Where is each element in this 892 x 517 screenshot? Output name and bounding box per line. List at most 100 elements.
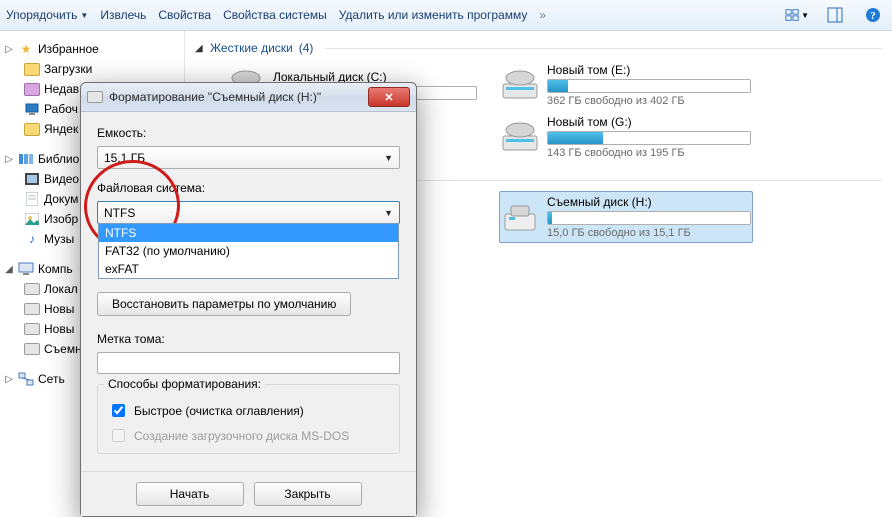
- filesystem-value: NTFS: [104, 206, 384, 220]
- usage-bar: [547, 79, 751, 93]
- drive-icon: [87, 89, 103, 105]
- usage-bar: [547, 131, 751, 145]
- label: Яндек: [44, 122, 78, 136]
- network-icon: [18, 371, 34, 387]
- usage-bar: [547, 211, 751, 225]
- fs-option-exfat[interactable]: exFAT: [99, 260, 398, 278]
- capacity-value: 15,1 ГБ: [104, 151, 384, 165]
- close-dialog-button[interactable]: Закрыть: [254, 482, 362, 506]
- chevron-down-icon: ▼: [384, 208, 393, 218]
- label: Загрузки: [44, 62, 92, 76]
- format-methods-group: Способы форматирования: Быстрое (очистка…: [97, 384, 400, 454]
- label: Избранное: [38, 42, 99, 56]
- pictures-icon: [24, 211, 40, 227]
- group-title: Способы форматирования:: [104, 377, 265, 391]
- fs-option-ntfs[interactable]: NTFS: [99, 224, 398, 242]
- toolbar: Упорядочить▼ Извлечь Свойства Свойства с…: [0, 0, 892, 31]
- drive-free: 143 ГБ свободно из 195 ГБ: [547, 147, 751, 159]
- uninstall-button[interactable]: Удалить или изменить программу: [339, 8, 528, 22]
- drive-name: Съемный диск (H:): [547, 195, 751, 209]
- hard-drive-icon: [501, 120, 539, 154]
- quick-format-checkbox[interactable]: Быстрое (очистка оглавления): [108, 401, 389, 420]
- drive-tile-e[interactable]: Новый том (E:) 362 ГБ свободно из 402 ГБ: [499, 59, 753, 111]
- filesystem-label: Файловая система:: [97, 181, 400, 195]
- collapse-icon: ▷: [4, 374, 14, 385]
- organize-menu[interactable]: Упорядочить▼: [6, 8, 88, 22]
- computer-icon: [18, 261, 34, 277]
- label: Свойства системы: [223, 8, 327, 22]
- label: Видео: [44, 172, 79, 186]
- label: Новы: [44, 322, 74, 336]
- video-icon: [24, 171, 40, 187]
- dialog-title: Форматирование "Съемный диск (H:)": [109, 90, 321, 104]
- hard-disks-group-header[interactable]: ◢ Жесткие диски (4): [195, 37, 882, 59]
- collapse-icon: ◢: [195, 43, 204, 54]
- favorites-node[interactable]: ▷ ★ Избранное: [4, 39, 184, 59]
- dialog-titlebar[interactable]: Форматирование "Съемный диск (H:)" ✕: [81, 83, 416, 112]
- label: Съемн: [44, 342, 82, 356]
- label: Компь: [38, 262, 73, 276]
- close-icon: ✕: [384, 91, 393, 104]
- capacity-combo[interactable]: 15,1 ГБ▼: [97, 146, 400, 169]
- music-icon: ♪: [24, 231, 40, 247]
- drive-name: Новый том (E:): [547, 63, 751, 77]
- start-button[interactable]: Начать: [136, 482, 244, 506]
- label: Локал: [44, 282, 78, 296]
- dialog-footer: Начать Закрыть: [81, 471, 416, 516]
- preview-pane-button[interactable]: [822, 4, 848, 26]
- capacity-label: Емкость:: [97, 126, 400, 140]
- collapse-icon: ▷: [4, 44, 14, 55]
- label: Музы: [44, 232, 74, 246]
- fs-option-fat32[interactable]: FAT32 (по умолчанию): [99, 242, 398, 260]
- drive-free: 15,0 ГБ свободно из 15,1 ГБ: [547, 227, 751, 239]
- label: Извлечь: [100, 8, 146, 22]
- folder-icon: [24, 121, 40, 137]
- volume-label-input[interactable]: [97, 352, 400, 374]
- documents-icon: [24, 191, 40, 207]
- format-dialog: Форматирование "Съемный диск (H:)" ✕ Емк…: [80, 82, 417, 517]
- close-button[interactable]: ✕: [368, 87, 410, 107]
- drive-icon: [24, 281, 40, 297]
- checkbox-icon[interactable]: [112, 404, 125, 417]
- view-layout-button[interactable]: ▼: [784, 4, 810, 26]
- downloads-node[interactable]: Загрузки: [4, 59, 184, 79]
- folder-icon: [24, 81, 40, 97]
- libraries-icon: [18, 151, 34, 167]
- toolbar-chevrons-icon[interactable]: »: [539, 8, 546, 22]
- checkbox-icon: [112, 429, 125, 442]
- extract-button[interactable]: Извлечь: [100, 8, 146, 22]
- label: Новы: [44, 302, 74, 316]
- drive-icon: [24, 321, 40, 337]
- label: Библио: [38, 152, 79, 166]
- svg-text:?: ?: [870, 10, 876, 22]
- label: Свойства: [158, 8, 211, 22]
- label: Рабоч: [44, 102, 78, 116]
- label: Жесткие диски: [210, 41, 293, 55]
- drive-tile-h[interactable]: Съемный диск (H:) 15,0 ГБ свободно из 15…: [499, 191, 753, 243]
- label: Упорядочить: [6, 8, 77, 22]
- msdos-boot-checkbox: Создание загрузочного диска MS-DOS: [108, 426, 389, 445]
- label: Удалить или изменить программу: [339, 8, 528, 22]
- volume-label-label: Метка тома:: [97, 332, 400, 346]
- count: (4): [299, 41, 314, 55]
- star-icon: ★: [18, 41, 34, 57]
- folder-icon: [24, 61, 40, 77]
- properties-button[interactable]: Свойства: [158, 8, 211, 22]
- restore-defaults-button[interactable]: Восстановить параметры по умолчанию: [97, 292, 351, 316]
- drive-name: Новый том (G:): [547, 115, 751, 129]
- desktop-icon: [24, 101, 40, 117]
- filesystem-combo[interactable]: NTFS▼ NTFS FAT32 (по умолчанию) exFAT: [97, 201, 400, 224]
- label: Недав: [44, 82, 79, 96]
- system-properties-button[interactable]: Свойства системы: [223, 8, 327, 22]
- drive-tile-g[interactable]: Новый том (G:) 143 ГБ свободно из 195 ГБ: [499, 111, 753, 163]
- help-button[interactable]: ?: [860, 4, 886, 26]
- drive-icon: [24, 301, 40, 317]
- drive-icon: [24, 341, 40, 357]
- removable-drive-icon: [501, 200, 539, 234]
- chevron-down-icon: ▼: [384, 153, 393, 163]
- chevron-down-icon: ▼: [80, 11, 88, 20]
- label: Докум: [44, 192, 78, 206]
- drive-free: 362 ГБ свободно из 402 ГБ: [547, 95, 751, 107]
- label: Изобр: [44, 212, 78, 226]
- collapse-icon: ▷: [4, 154, 14, 165]
